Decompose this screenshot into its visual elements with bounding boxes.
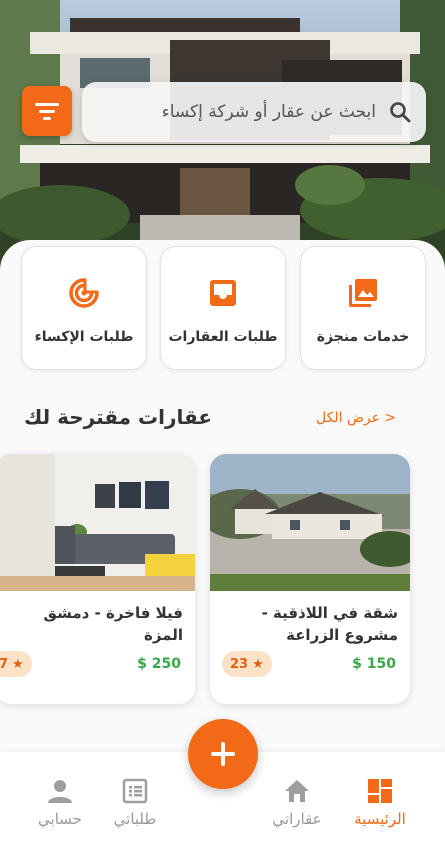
rating-badge: 7 ★ bbox=[0, 651, 32, 677]
property-image bbox=[0, 454, 195, 591]
property-card[interactable]: شقة في اللاذقية - مشروع الزراعة 23 ★ $ 1… bbox=[210, 454, 410, 704]
search-icon bbox=[390, 102, 411, 123]
category-label: طلبات الإكساء bbox=[34, 329, 134, 345]
plus-icon bbox=[211, 742, 235, 766]
tab-home[interactable]: الرئيسية bbox=[335, 778, 425, 828]
search-input[interactable]: ابحث عن عقار أو شركة إكساء bbox=[162, 102, 376, 122]
property-price: $ 250 bbox=[137, 656, 181, 672]
property-image bbox=[210, 454, 410, 591]
category-label: خدمات منجزة bbox=[316, 329, 410, 345]
tab-my-properties[interactable]: عقاراتي bbox=[252, 778, 342, 828]
home-icon bbox=[285, 780, 309, 802]
dashboard-icon bbox=[368, 779, 392, 803]
property-title: فيلا فاخرة - دمشق المزة bbox=[43, 604, 183, 644]
target-icon bbox=[69, 277, 100, 308]
add-button[interactable] bbox=[188, 719, 258, 789]
tab-label: حسابي bbox=[38, 810, 82, 828]
person-icon bbox=[48, 780, 72, 803]
inbox-icon bbox=[210, 280, 236, 306]
star-icon: ★ bbox=[252, 656, 264, 672]
filter-button[interactable] bbox=[22, 86, 72, 136]
property-card[interactable]: فيلا فاخرة - دمشق المزة 7 ★ $ 250 bbox=[0, 454, 195, 704]
tab-label: طلباتي bbox=[113, 810, 157, 828]
tab-label: عقاراتي bbox=[272, 810, 322, 828]
section-title: عقارات مقترحة لك bbox=[24, 405, 213, 429]
category-property-requests[interactable]: طلبات العقارات bbox=[160, 246, 286, 370]
search-bar[interactable]: ابحث عن عقار أو شركة إكساء bbox=[82, 82, 426, 142]
see-all-link[interactable]: < عرض الكل bbox=[316, 410, 396, 426]
category-label: طلبات العقارات bbox=[168, 329, 278, 345]
tab-account[interactable]: حسابي bbox=[15, 778, 105, 828]
photo-library-icon bbox=[349, 279, 377, 307]
property-price: $ 150 bbox=[352, 656, 396, 672]
filter-icon bbox=[35, 103, 59, 120]
category-completed-services[interactable]: خدمات منجزة bbox=[300, 246, 426, 370]
rating-badge: 23 ★ bbox=[222, 651, 272, 677]
list-document-icon bbox=[122, 778, 148, 804]
tab-label: الرئيسية bbox=[354, 810, 406, 828]
star-icon: ★ bbox=[12, 656, 24, 672]
category-finishing-requests[interactable]: طلبات الإكساء bbox=[21, 246, 147, 370]
property-title: شقة في اللاذقية - مشروع الزراعة bbox=[261, 604, 398, 644]
